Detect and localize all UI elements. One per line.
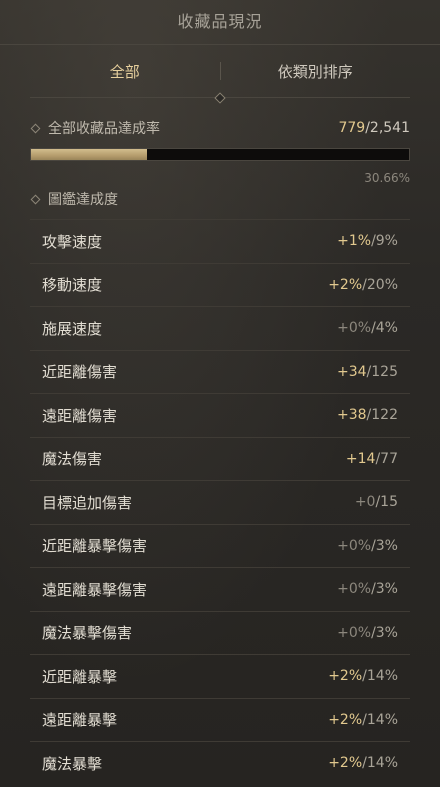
stat-bonus: +0% bbox=[337, 320, 372, 337]
stat-bonus: +38 bbox=[337, 407, 367, 424]
stat-value: +2%/14% bbox=[328, 712, 398, 728]
stat-max: /3% bbox=[371, 624, 398, 641]
tab-bar: 全部 依類別排序 bbox=[30, 45, 411, 104]
stat-max: /14% bbox=[362, 711, 398, 728]
codex-label-text: 圖鑑達成度 bbox=[48, 192, 118, 208]
collection-summary: 全部收藏品達成率 779/2,541 30.66% 圖鑑達成度 bbox=[0, 118, 440, 209]
stat-name: 近距離暴擊傷害 bbox=[42, 537, 148, 556]
stat-bonus: +2% bbox=[328, 711, 363, 728]
stat-row: 遠距離傷害 +38/122 bbox=[30, 393, 410, 437]
tab-all[interactable]: 全部 bbox=[30, 61, 220, 82]
stat-name: 目標追加傷害 bbox=[42, 493, 133, 512]
stat-max: /77 bbox=[375, 450, 398, 467]
stat-row: 施展速度 +0%/4% bbox=[30, 306, 410, 350]
stat-max: /14% bbox=[362, 668, 398, 685]
collection-status-panel: 收藏品現況 全部 依類別排序 全部收藏品達成率 779/2,541 30.66%… bbox=[0, 0, 440, 787]
tab-by-category[interactable]: 依類別排序 bbox=[221, 61, 411, 82]
stat-row: 魔法暴擊 +2%/14% bbox=[30, 741, 410, 785]
stat-max: /125 bbox=[366, 363, 398, 380]
stat-bonus: +2% bbox=[328, 668, 363, 685]
stat-row: 遠距離暴擊傷害 +0%/3% bbox=[30, 567, 410, 611]
stat-value: +0%/3% bbox=[337, 625, 398, 641]
stat-name: 攻擊速度 bbox=[42, 232, 103, 251]
total-collection-label-text: 全部收藏品達成率 bbox=[48, 121, 160, 137]
stat-row: 近距離暴擊 +2%/14% bbox=[30, 654, 410, 698]
stat-row: 魔法暴擊傷害 +0%/3% bbox=[30, 610, 410, 655]
stat-max: /3% bbox=[371, 581, 398, 598]
stat-bonus: +2% bbox=[328, 755, 363, 772]
diamond-icon bbox=[30, 123, 41, 133]
stat-max: /3% bbox=[371, 537, 398, 554]
diamond-icon bbox=[30, 194, 41, 204]
total-count: 2,541 bbox=[369, 120, 410, 136]
stat-row: 遠距離暴擊 +2%/14% bbox=[30, 697, 410, 742]
stat-value: +0%/3% bbox=[337, 538, 398, 554]
stat-value: +2%/14% bbox=[328, 668, 398, 684]
tab-ornament-icon bbox=[206, 92, 234, 104]
collected-count: 779 bbox=[338, 120, 366, 136]
progress-fill bbox=[31, 149, 147, 160]
stat-name: 移動速度 bbox=[42, 276, 103, 295]
stat-value: +2%/20% bbox=[328, 277, 398, 293]
stat-value: +0%/3% bbox=[337, 581, 398, 597]
stat-name: 近距離暴擊 bbox=[42, 667, 118, 686]
panel-title: 收藏品現況 bbox=[0, 0, 440, 45]
stat-row: 近距離傷害 +34/125 bbox=[30, 349, 410, 394]
stat-bonus: +0 bbox=[354, 494, 376, 511]
stat-value: +2%/14% bbox=[328, 755, 398, 771]
stat-name: 魔法暴擊傷害 bbox=[42, 624, 133, 643]
stat-max: /122 bbox=[366, 407, 398, 424]
stat-name: 遠距離傷害 bbox=[42, 406, 118, 425]
stat-row: 攻擊速度 +1%/9% bbox=[30, 219, 410, 263]
stat-max: /4% bbox=[371, 320, 398, 337]
stat-name: 近距離傷害 bbox=[42, 363, 118, 382]
stat-bonus: +14 bbox=[345, 450, 376, 467]
stat-max: /9% bbox=[371, 233, 398, 250]
stat-bonus: +0% bbox=[337, 624, 372, 641]
total-collection-label: 全部收藏品達成率 bbox=[30, 118, 160, 138]
stat-row: 移動速度 +2%/20% bbox=[30, 262, 410, 307]
stat-name: 施展速度 bbox=[42, 319, 103, 338]
stat-bonus: +1% bbox=[337, 233, 372, 250]
stat-max: /20% bbox=[362, 276, 398, 293]
stat-value: +0%/4% bbox=[337, 320, 398, 336]
stat-value: +34/125 bbox=[337, 364, 398, 380]
stat-name: 魔法傷害 bbox=[42, 450, 103, 469]
stat-value: +38/122 bbox=[337, 407, 398, 423]
stat-name: 魔法暴擊 bbox=[42, 754, 103, 773]
stat-max: /15 bbox=[375, 494, 398, 511]
stat-row: 目標追加傷害 +0/15 bbox=[30, 480, 410, 524]
stat-value: +14/77 bbox=[346, 451, 398, 467]
stat-max: /14% bbox=[362, 755, 398, 772]
stat-bonus: +0% bbox=[337, 537, 372, 554]
stat-name: 遠距離暴擊 bbox=[42, 711, 118, 730]
codex-section-label: 圖鑑達成度 bbox=[30, 189, 410, 209]
collection-count: 779/2,541 bbox=[338, 120, 410, 136]
total-collection-row: 全部收藏品達成率 779/2,541 bbox=[30, 118, 410, 138]
stat-row: 近距離暴擊傷害 +0%/3% bbox=[30, 523, 410, 568]
collection-progress-bar bbox=[30, 148, 410, 161]
stat-value: +0/15 bbox=[355, 494, 398, 510]
stat-name: 遠距離暴擊傷害 bbox=[42, 580, 148, 599]
collection-percent: 30.66% bbox=[364, 171, 410, 185]
stat-bonus: +2% bbox=[328, 276, 363, 293]
stat-bonus: +34 bbox=[337, 363, 367, 380]
stat-bonus: +0% bbox=[337, 581, 372, 598]
stat-list: 攻擊速度 +1%/9% 移動速度 +2%/20% 施展速度 +0%/4% 近距離傷害 +34/… bbox=[30, 219, 410, 785]
stat-value: +1%/9% bbox=[337, 233, 398, 249]
stat-row: 魔法傷害 +14/77 bbox=[30, 436, 410, 481]
